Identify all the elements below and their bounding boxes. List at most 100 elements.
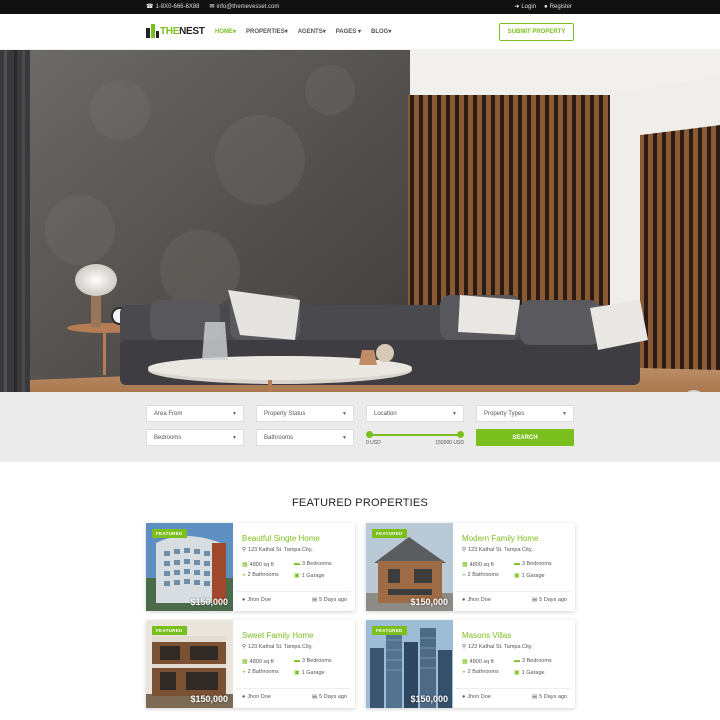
living-room-hero-image [0, 50, 720, 392]
property-card[interactable]: FEATURED $150,000 Beautful Singte Home ⚲… [146, 523, 355, 611]
property-card[interactable]: FEATURED $150,000 Masons Villas ⚲ 123 Kat… [366, 620, 575, 708]
property-agent[interactable]: ● Jhon Doe [462, 597, 491, 603]
contact-phone[interactable]: ☎ 1-8X0-666-8X88 [146, 3, 200, 11]
property-image[interactable]: FEATURED $150,000 [366, 620, 453, 708]
search-button[interactable]: SEARCH [476, 429, 574, 446]
property-title[interactable]: Sweet Family Home [242, 631, 314, 640]
bed-icon: ▬ [294, 658, 300, 664]
property-card[interactable]: FEATURED $150,000 Modern Family Home ⚲ 12… [366, 523, 575, 611]
range-max-label: 150000 USD [435, 440, 464, 446]
bathrooms-select[interactable]: Bathrooms ▼ [256, 429, 354, 446]
featured-badge: FEATURED [372, 529, 407, 538]
nav-agents[interactable]: AGENTS▾ [298, 28, 326, 35]
property-garage: ▣ 1 Garage [514, 572, 545, 580]
property-bathrooms: ◒ 2 Bathrooms [242, 669, 279, 675]
range-min-handle[interactable] [366, 431, 373, 438]
register-link[interactable]: ● Register [544, 3, 572, 10]
property-card[interactable]: FEATURED $150,000 Sweet Family Home ⚲ 123… [146, 620, 355, 708]
map-pin-icon: ⚲ [242, 644, 247, 650]
submit-property-button[interactable]: SUBMIT PROPERTY [499, 23, 574, 41]
property-address: ⚲ 123 Kathal St. Tampa City, [242, 547, 313, 553]
property-area: ▦ 4800 sq ft [242, 658, 274, 666]
map-pin-icon: ⚲ [242, 547, 247, 553]
property-bathrooms: ◒ 2 Bathrooms [242, 572, 279, 578]
property-area: ▦ 4800 sq ft [242, 561, 274, 569]
property-status-select[interactable]: Property Status ▼ [256, 405, 354, 422]
phone-text: 1-8X0-666-8X88 [155, 3, 200, 10]
phone-icon: ☎ [146, 4, 154, 10]
user-icon: ● [242, 694, 246, 700]
property-garage: ▣ 1 Garage [294, 572, 325, 580]
range-max-handle[interactable] [457, 431, 464, 438]
nav-blog[interactable]: BLOG▾ [371, 28, 391, 35]
site-logo[interactable]: THENEST [146, 24, 205, 38]
nav-home[interactable]: HOME▾ [215, 28, 236, 35]
property-agent[interactable]: ● Jhon Doe [242, 694, 271, 700]
card-divider [236, 688, 351, 689]
location-select[interactable]: Location ▼ [366, 405, 464, 422]
bath-icon: ◒ [242, 669, 246, 675]
property-image[interactable]: FEATURED $150,000 [366, 523, 453, 611]
property-image[interactable]: FEATURED $150,000 [146, 620, 233, 708]
car-icon: ▣ [294, 573, 300, 579]
property-bathrooms: ◒ 2 Bathrooms [462, 572, 499, 578]
hero-banner [0, 50, 720, 392]
property-title[interactable]: Beautful Singte Home [242, 534, 320, 543]
user-icon: ● [242, 597, 246, 603]
property-image[interactable]: FEATURED $150,000 [146, 523, 233, 611]
property-price: $150,000 [410, 597, 448, 607]
car-icon: ▣ [514, 670, 520, 676]
property-title[interactable]: Masons Villas [462, 631, 511, 640]
location-label: Location [374, 410, 397, 417]
area-icon: ▦ [242, 659, 248, 665]
featured-properties-title: FEATURED PROPERTIES [291, 497, 429, 509]
featured-badge: FEATURED [372, 626, 407, 635]
chevron-down-icon: ▼ [232, 411, 237, 417]
property-bedrooms: ▬ 3 Bedrooms [514, 658, 552, 664]
login-link[interactable]: ➜ Login [514, 3, 537, 11]
contact-email[interactable]: ✉ info@themevesset.com [210, 3, 280, 11]
calendar-icon: ▤ [531, 597, 538, 603]
bath-icon: ◒ [462, 669, 466, 675]
property-price: $150,000 [190, 694, 228, 704]
user-icon: ● [462, 694, 466, 700]
card-divider [456, 688, 571, 689]
car-icon: ▣ [294, 670, 300, 676]
bath-icon: ◒ [462, 572, 466, 578]
chevron-down-icon: ▼ [562, 411, 567, 417]
property-price: $150,000 [410, 694, 448, 704]
property-address: ⚲ 123 Kathal St. Tampa City, [462, 547, 533, 553]
property-area: ▦ 4800 sq ft [462, 658, 494, 666]
property-title[interactable]: Modern Family Home [462, 534, 538, 543]
property-status-label: Property Status [264, 410, 306, 417]
property-date: ▤ 5 Days ago [531, 694, 567, 700]
property-types-label: Property Types [484, 410, 525, 417]
range-min-label: 0 USD [366, 440, 381, 446]
area-from-label: Area From [154, 410, 183, 417]
property-bedrooms: ▬ 3 Bedrooms [514, 561, 552, 567]
bed-icon: ▬ [294, 561, 300, 567]
calendar-icon: ▤ [311, 694, 318, 700]
site-header: THENEST HOME▾ PROPERTIES▾ AGENTS▾ PAGES … [0, 14, 720, 50]
property-date: ▤ 5 Days ago [311, 597, 347, 603]
bedrooms-select[interactable]: Bedrooms ▼ [146, 429, 244, 446]
area-from-select[interactable]: Area From ▼ [146, 405, 244, 422]
nav-properties[interactable]: PROPERTIES▾ [246, 28, 288, 35]
user-icon: ● [544, 3, 548, 10]
property-types-select[interactable]: Property Types ▼ [476, 405, 574, 422]
bed-icon: ▬ [514, 561, 520, 567]
nav-pages[interactable]: PAGES ▾ [336, 28, 361, 35]
property-area: ▦ 4800 sq ft [462, 561, 494, 569]
range-track [368, 434, 462, 436]
user-icon: ● [462, 597, 466, 603]
price-range-slider[interactable]: 0 USD 150000 USD [366, 430, 464, 450]
property-price: $150,000 [190, 597, 228, 607]
car-icon: ▣ [514, 573, 520, 579]
login-icon: ➜ [514, 4, 520, 10]
bathrooms-label: Bathrooms [264, 434, 294, 441]
chevron-down-icon: ▼ [342, 411, 347, 417]
property-agent[interactable]: ● Jhon Doe [242, 597, 271, 603]
property-agent[interactable]: ● Jhon Doe [462, 694, 491, 700]
property-search-bar [0, 392, 720, 462]
login-label: Login [521, 3, 537, 10]
